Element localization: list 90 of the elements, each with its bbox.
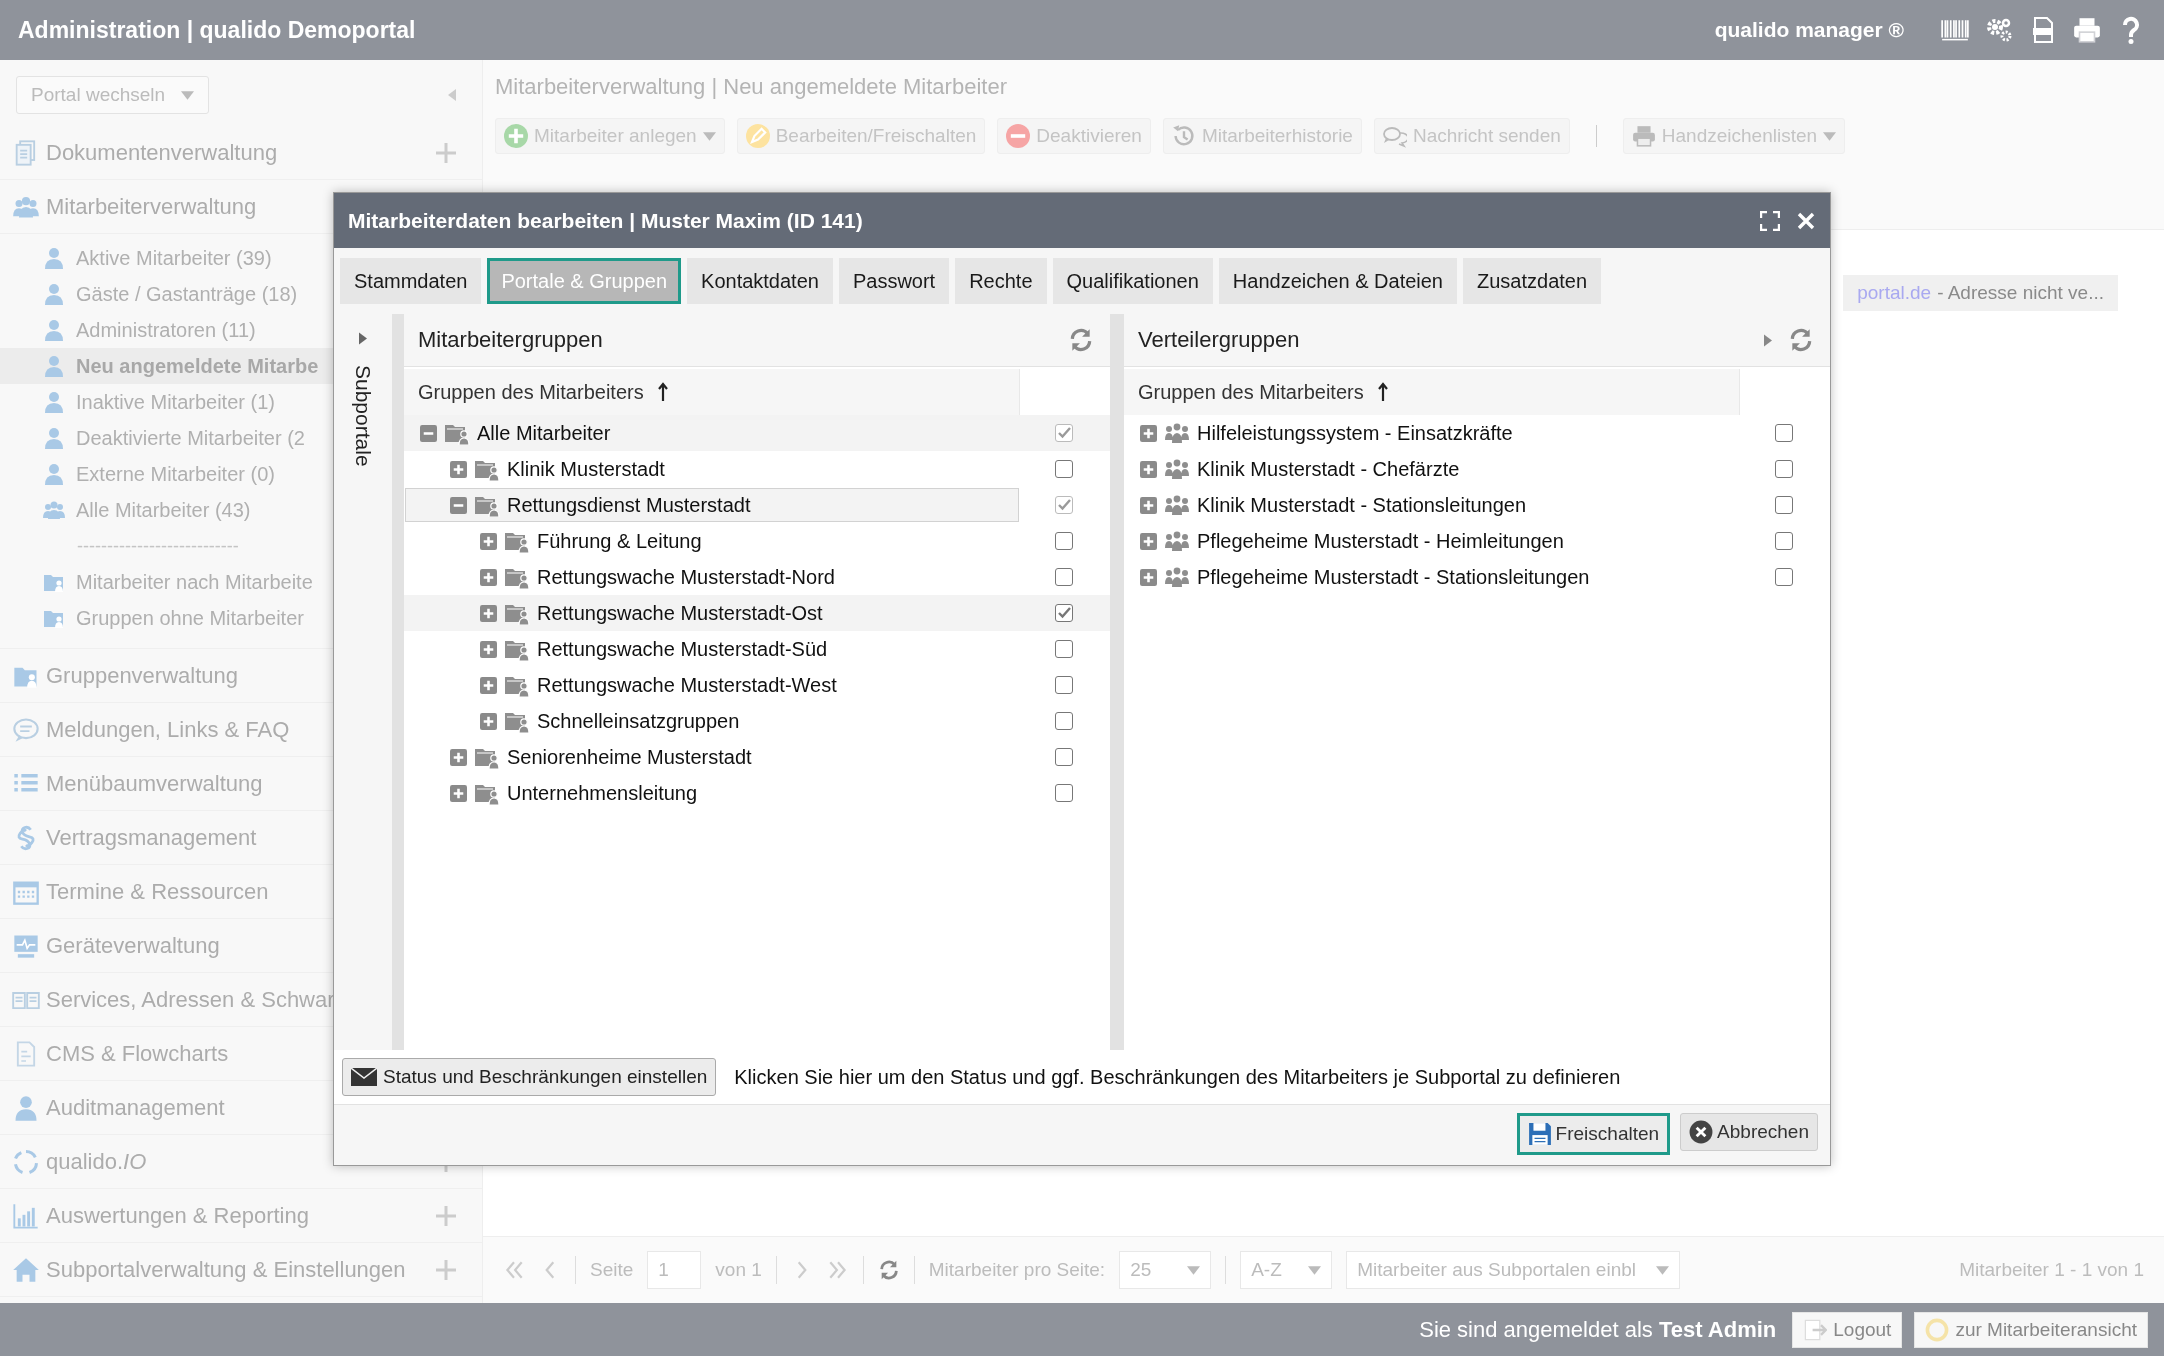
printer-icon — [1631, 124, 1656, 148]
person-icon — [42, 245, 66, 271]
portal-link[interactable]: portal.de — [1857, 282, 1932, 303]
refresh-icon[interactable] — [1788, 327, 1814, 353]
person-icon — [42, 389, 66, 415]
refresh-icon[interactable] — [877, 1259, 900, 1281]
print-icon[interactable] — [2072, 16, 2102, 44]
exit-icon — [1803, 1317, 1828, 1342]
product-name: qualido manager ® — [1714, 18, 1904, 42]
person-icon — [42, 425, 66, 451]
checkbox[interactable] — [1775, 460, 1793, 478]
app-title: Administration | qualido Demoportal — [18, 16, 416, 44]
minus-circle-icon — [1006, 124, 1031, 148]
checkbox[interactable] — [1775, 532, 1793, 550]
hint-text: Klicken Sie hier um den Status und ggf. Beschränkungen des Mitarbeiters je Subportal zu definieren — [734, 1065, 1621, 1089]
group-icon — [1164, 421, 1190, 445]
pencil-icon — [745, 124, 770, 148]
panel-title: Verteilergruppen — [1138, 327, 1301, 353]
sort-arrow-icon[interactable] — [1377, 382, 1388, 402]
tab[interactable]: Rechte — [955, 258, 1047, 304]
gears-icon[interactable] — [1984, 16, 2014, 44]
caret-icon — [702, 131, 716, 141]
bar-chart-icon — [12, 1201, 40, 1230]
group-icon — [1164, 493, 1190, 517]
tab[interactable]: Handzeichen & Dateien — [1218, 258, 1457, 304]
history-icon — [1171, 124, 1196, 148]
checkbox[interactable] — [1775, 496, 1793, 514]
group-icon — [1164, 565, 1190, 589]
cancel-button[interactable]: Abbrechen — [1680, 1113, 1818, 1151]
cycle-icon — [12, 1147, 40, 1176]
notice-text: - Adresse nicht ve... — [1937, 282, 2104, 303]
tab[interactable]: Qualifikationen — [1052, 258, 1213, 304]
expand-icon[interactable] — [1140, 496, 1157, 514]
sort-dropdown[interactable]: A-Z — [1240, 1251, 1333, 1289]
footer-button[interactable]: zur Mitarbeiteransicht — [1914, 1311, 2148, 1348]
expand-icon[interactable] — [1140, 568, 1157, 586]
refresh-icon[interactable] — [1068, 327, 1094, 353]
ring-icon — [1925, 1317, 1950, 1342]
caret-icon — [1656, 1265, 1669, 1275]
tab[interactable]: Portale & Gruppen — [487, 258, 682, 304]
page-field[interactable]: 1 — [647, 1251, 702, 1289]
tab[interactable]: Zusatzdaten — [1463, 258, 1602, 304]
envelope-icon — [351, 1068, 377, 1086]
checkbox[interactable] — [1775, 424, 1793, 442]
separator-text: --------------------------- — [76, 535, 240, 558]
person-icon — [42, 461, 66, 487]
status-button[interactable]: Status und Beschränkungen einstellen — [342, 1058, 717, 1096]
per-page-label: Mitarbeiter pro Seite: — [928, 1259, 1106, 1281]
expand-arrow-icon[interactable] — [359, 332, 367, 345]
list-row[interactable]: Klinik Musterstadt - Stationsleitungen — [1124, 487, 1830, 523]
list-row[interactable]: Klinik Musterstadt - Chefärzte — [1124, 451, 1830, 487]
expand-icon[interactable] — [1140, 460, 1157, 478]
column-header[interactable]: Gruppen des Mitarbeiters — [404, 369, 1020, 415]
page-count: von 1 — [715, 1259, 762, 1281]
person-icon — [42, 281, 66, 307]
list-row[interactable]: Hilfeleistungssystem - Einsatzkräfte — [1124, 415, 1830, 451]
caret-icon — [181, 90, 195, 100]
chat-icon — [12, 715, 40, 744]
breadcrumb: Mitarbeiterverwaltung | Neu angemeldete Mitarbeiter — [495, 74, 1008, 100]
group-icon — [1164, 529, 1190, 553]
expand-icon[interactable] — [1140, 424, 1157, 442]
maximize-icon[interactable] — [1760, 210, 1780, 231]
tab[interactable]: Kontaktdaten — [687, 258, 833, 304]
login-status: Sie sind angemeldet als Test Admin — [1419, 1316, 1777, 1343]
expand-icon[interactable] — [1140, 532, 1157, 550]
footer-button[interactable]: Logout — [1792, 1311, 1903, 1348]
checkbox[interactable] — [1775, 568, 1793, 586]
group-icon — [1164, 457, 1190, 481]
cancel-icon — [1689, 1120, 1714, 1144]
subportal-dropdown[interactable]: Mitarbeiter aus Subportalen einbl — [1346, 1251, 1680, 1289]
plus-circle-icon — [504, 124, 528, 148]
sort-arrow-icon[interactable] — [657, 382, 668, 402]
tab[interactable]: Stammdaten — [340, 258, 482, 304]
page-label: Seite — [590, 1259, 634, 1281]
list-row[interactable]: Pflegeheime Musterstadt - Heimleitungen — [1124, 523, 1830, 559]
caret-icon — [1187, 1265, 1201, 1275]
close-icon[interactable] — [1796, 210, 1816, 231]
person-icon — [42, 317, 66, 343]
portal-dropdown[interactable]: Portal wechseln — [16, 76, 210, 114]
list-row[interactable]: Pflegeheime Musterstadt - Stationsleitungen — [1124, 559, 1830, 595]
tab[interactable]: Passwort — [838, 258, 950, 304]
save-button[interactable]: Freischalten — [1516, 1113, 1671, 1155]
chat-icon — [1382, 124, 1407, 148]
per-page-dropdown[interactable]: 25 — [1119, 1251, 1212, 1289]
caret-icon — [1823, 131, 1837, 141]
expand-arrow-icon[interactable] — [1764, 333, 1772, 347]
person-icon — [42, 353, 66, 379]
result-summary: Mitarbeiter 1 - 1 von 1 — [1959, 1259, 2144, 1281]
caret-icon — [1308, 1265, 1322, 1275]
column-header[interactable]: Gruppen des Mitarbeiters — [1124, 369, 1740, 415]
